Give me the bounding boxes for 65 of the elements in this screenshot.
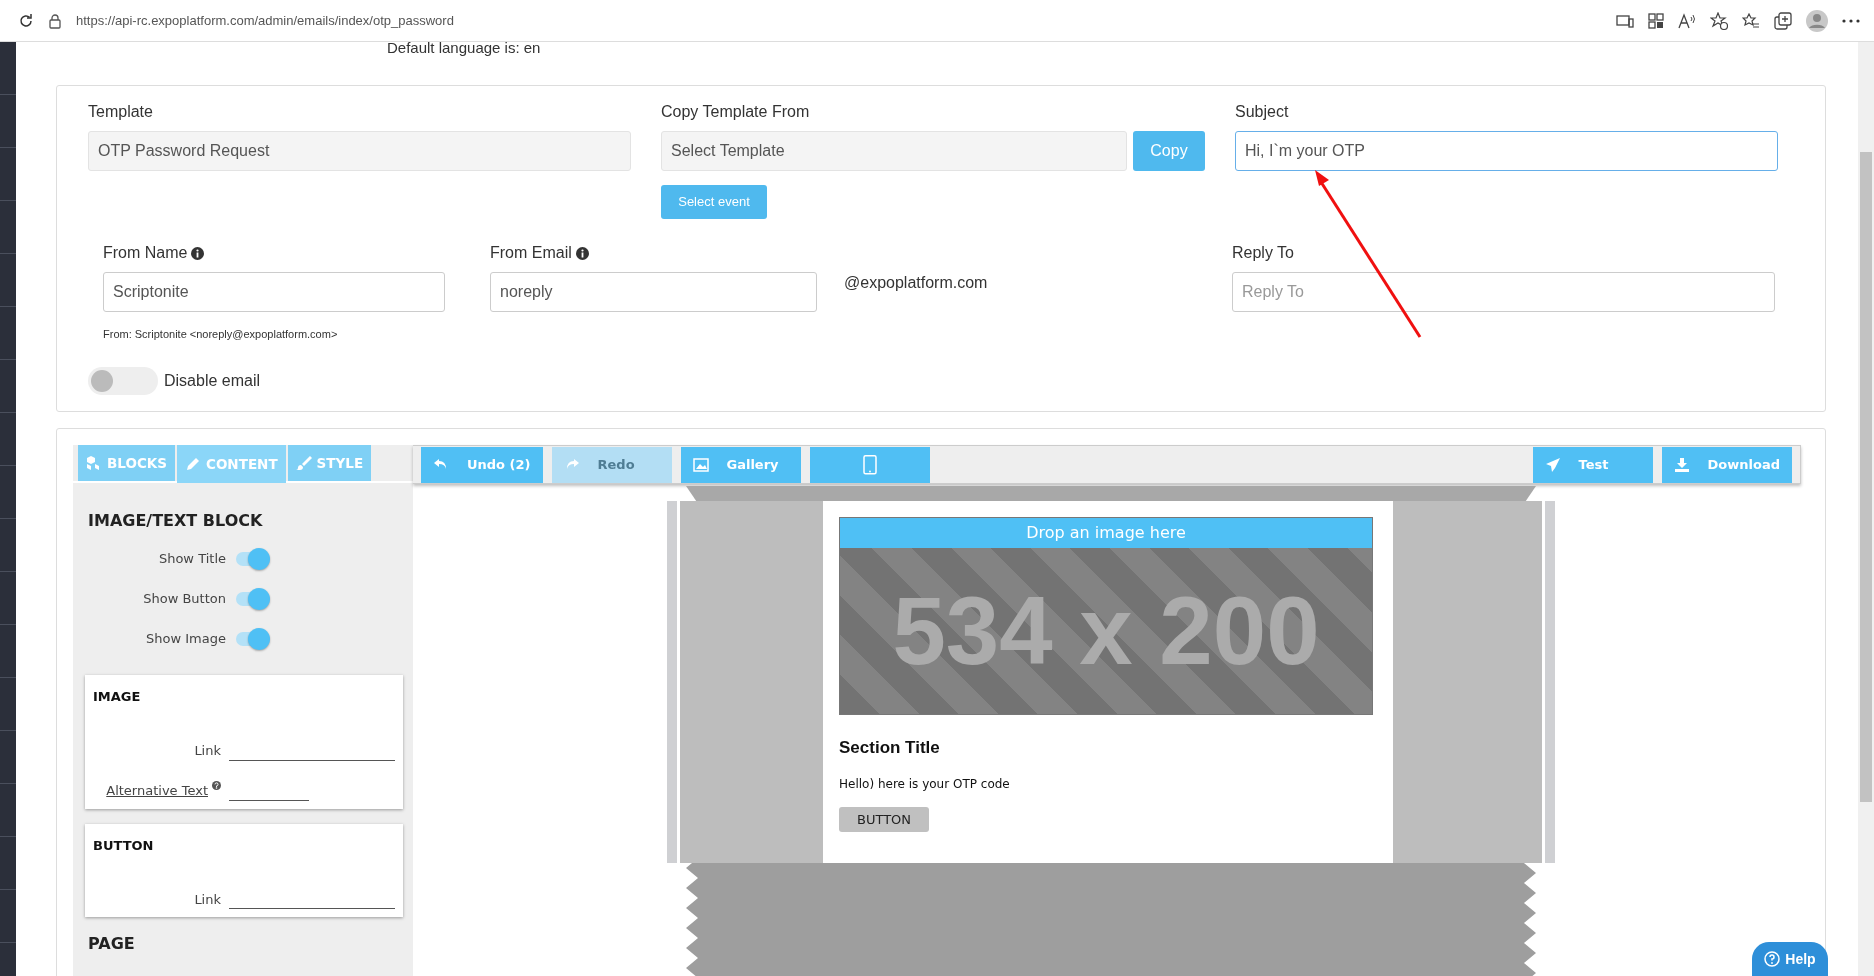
avatar-icon[interactable] (1806, 9, 1828, 32)
disable-email-toggle[interactable] (88, 366, 158, 395)
section-heading: IMAGE (93, 688, 142, 706)
collections-icon[interactable] (1774, 11, 1792, 30)
reload-icon[interactable] (18, 12, 34, 29)
email-body-text: Hello) here is your OTP code (839, 775, 1011, 793)
download-button[interactable]: Download (1661, 446, 1792, 483)
panel-tab[interactable]: CONTENT (177, 445, 286, 483)
field-label: From Name (103, 243, 188, 263)
reply-to-field[interactable]: Reply To (1232, 272, 1775, 312)
template-select[interactable]: Select Template (661, 131, 1127, 171)
gallery-button[interactable]: Gallery (680, 446, 801, 483)
download-icon (1673, 456, 1690, 473)
address-bar-url[interactable]: https://api-rc.expoplatform.com/admin/emails/index/otp_password (76, 10, 1602, 31)
copy-button[interactable]: Copy (1133, 131, 1205, 171)
question-circle-icon (1764, 951, 1781, 967)
info-icon (191, 246, 205, 260)
page-heading: PAGE (88, 933, 136, 955)
favorite-star-icon[interactable] (1710, 11, 1728, 30)
field-label: Reply To (1232, 243, 1294, 263)
email-domain-text: @expoplatform.com (844, 273, 989, 291)
default-language-text: Default language is: en (386, 42, 542, 58)
apps-icon[interactable] (1648, 12, 1664, 29)
image-placeholder[interactable]: Drop an image here 534 x 200 (839, 517, 1373, 715)
image-size-text: 534 x 200 (891, 576, 1321, 686)
devices-icon[interactable] (1616, 12, 1634, 29)
test-button[interactable]: Test (1532, 446, 1653, 483)
field-label: Template (88, 102, 153, 122)
brush-icon (295, 455, 312, 471)
panel-tab[interactable]: BLOCKS (78, 445, 175, 481)
image-icon (692, 456, 709, 473)
from-email-field[interactable]: noreply (490, 272, 817, 312)
panel-tab[interactable]: STYLE (287, 445, 372, 481)
tablet-icon (861, 454, 878, 475)
select-event-button[interactable]: Select event (661, 185, 767, 219)
drop-image-banner: Drop an image here (840, 518, 1372, 548)
field-label: Copy Template From (661, 102, 810, 122)
info-icon (575, 246, 589, 260)
email-section-title: Section Title (839, 737, 941, 759)
field-label: Link (193, 742, 221, 760)
toggle-label: Show Title (158, 550, 226, 569)
template-field[interactable]: OTP Password Request (88, 131, 631, 171)
field-label: Link (193, 890, 221, 909)
subject-field[interactable]: Hi, I`m your OTP (1235, 131, 1778, 171)
pencil-icon (185, 456, 201, 472)
section-heading: BUTTON (93, 836, 155, 855)
read-aloud-icon[interactable] (1678, 12, 1696, 29)
toggle-label: Disable email (164, 370, 261, 391)
alt-text-link[interactable]: Alternative Text (106, 781, 208, 801)
sender-preview-text: From: Scriptonite <noreply@expoplatform.com> (103, 327, 339, 342)
email-button[interactable]: BUTTON (839, 806, 930, 832)
paper-plane-icon (1544, 456, 1561, 473)
from-name-field[interactable]: Scriptonite (103, 272, 445, 312)
cubes-icon (86, 455, 102, 471)
help-icon (212, 781, 221, 790)
undo-button[interactable]: Undo (2) (421, 446, 543, 483)
lock-icon (48, 12, 62, 29)
field-label: From Email (490, 243, 572, 263)
more-icon[interactable] (1842, 18, 1860, 23)
toggle-label: Show Button (143, 590, 226, 609)
block-heading: IMAGE/TEXT BLOCK (88, 510, 264, 532)
toggle-label: Show Image (146, 630, 226, 649)
field-label: Subject (1235, 102, 1289, 122)
favorites-list-icon[interactable] (1742, 12, 1760, 29)
help-button[interactable]: Help (1752, 942, 1828, 976)
